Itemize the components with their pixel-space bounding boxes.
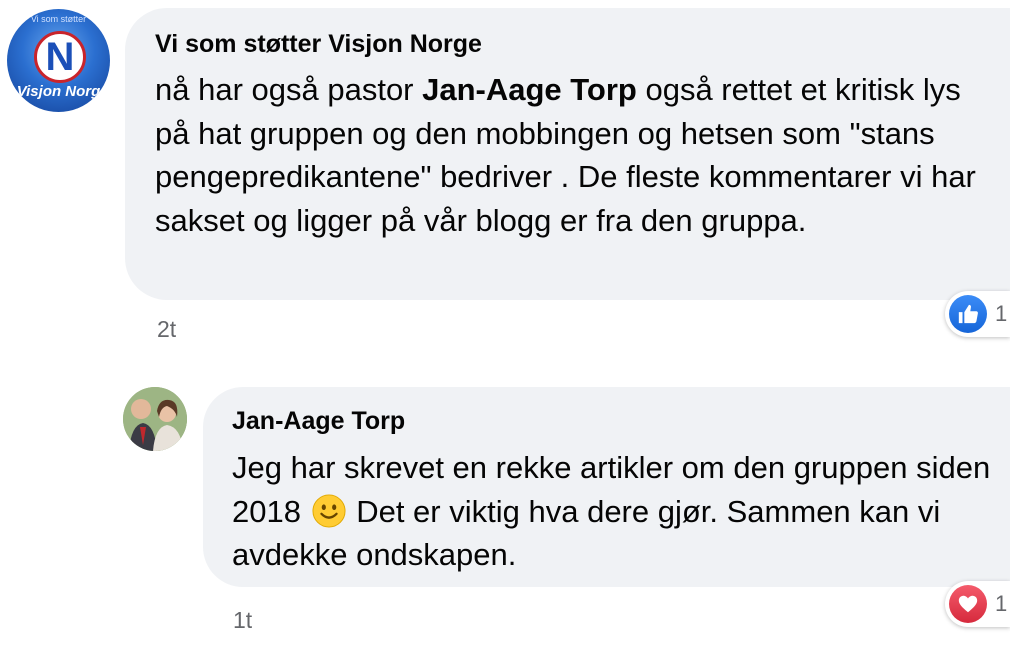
- reaction-count: 1: [995, 591, 1008, 616]
- heart-icon: [949, 585, 987, 623]
- page-avatar-visjon-norge[interactable]: Vi som støtter N Visjon Norg: [7, 9, 110, 112]
- mentioned-name: Jan-Aage Torp: [422, 72, 637, 107]
- visjon-norge-logo-ring: N: [34, 31, 86, 83]
- smiling-face-emoji: [312, 493, 346, 528]
- avatar-logo-text: Visjon Norg: [16, 83, 101, 100]
- reaction-summary[interactable]: 1: [945, 581, 1010, 627]
- like-icon: [949, 295, 987, 333]
- comment-text-part: nå har også pastor: [155, 72, 423, 107]
- comment-timestamp[interactable]: 2t: [157, 316, 176, 343]
- reaction-count: 1: [995, 301, 1008, 326]
- comment-text: Jeg har skrevet en rekke artikler om den…: [232, 446, 992, 577]
- comment-author[interactable]: Vi som støtter Visjon Norge: [155, 30, 482, 59]
- logo-letter: N: [45, 35, 75, 79]
- reaction-summary[interactable]: 1: [945, 291, 1010, 337]
- comment-timestamp[interactable]: 1t: [233, 607, 252, 634]
- avatar-small-text: Vi som støtter: [30, 14, 87, 24]
- comment-text: nå har også pastor Jan-Aage Torp også re…: [155, 68, 1000, 242]
- comment-author[interactable]: Jan-Aage Torp: [232, 407, 405, 436]
- avatar-jan-aage-torp[interactable]: [123, 387, 187, 451]
